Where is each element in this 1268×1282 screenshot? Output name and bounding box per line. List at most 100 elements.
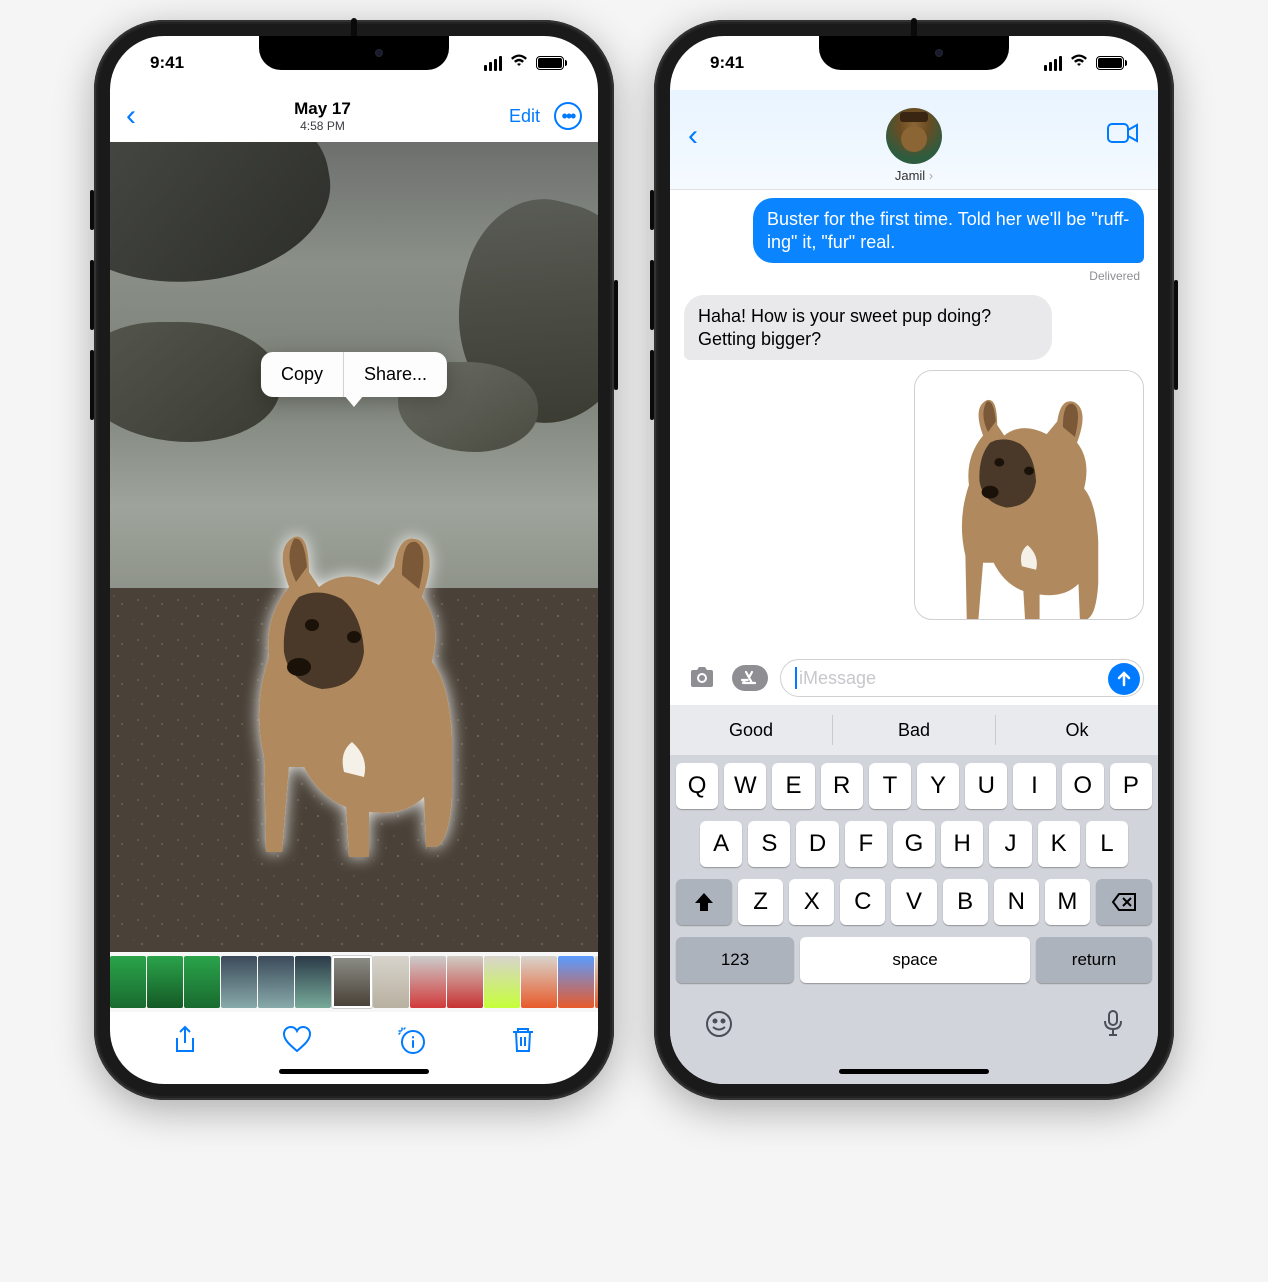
cellular-icon [1044, 56, 1062, 71]
key-c[interactable]: C [840, 879, 885, 925]
key-d[interactable]: D [796, 821, 838, 867]
thumbnail[interactable] [184, 956, 220, 1008]
key-q[interactable]: Q [676, 763, 718, 809]
thumbnail-current[interactable] [332, 956, 372, 1008]
back-button[interactable]: ‹ [688, 119, 698, 153]
nav-subtitle: 4:58 PM [294, 119, 351, 133]
battery-icon [536, 56, 564, 70]
key-t[interactable]: T [869, 763, 911, 809]
thumbnail[interactable] [595, 956, 598, 1008]
home-indicator[interactable] [839, 1069, 989, 1074]
key-r[interactable]: R [821, 763, 863, 809]
return-key[interactable]: return [1036, 937, 1152, 983]
key-s[interactable]: S [748, 821, 790, 867]
phone-messages: 9:41 ‹ Jamil Buster for the first time. … [654, 20, 1174, 1100]
thumbnail[interactable] [110, 956, 146, 1008]
thumbnail[interactable] [258, 956, 294, 1008]
dictation-button[interactable] [1102, 1009, 1124, 1044]
messages-body[interactable]: Buster for the first time. Told her we'l… [670, 190, 1158, 653]
photo-viewer[interactable]: Copy Share... [110, 142, 598, 952]
message-input-row: iMessage [670, 653, 1158, 705]
input-placeholder: iMessage [799, 668, 876, 689]
thumbnail[interactable] [410, 956, 446, 1008]
lifted-subject-dog[interactable] [204, 507, 504, 887]
phone-photos: 9:41 ‹ May 17 4:58 PM Edit ••• [94, 20, 614, 1100]
predictive-bar: Good Bad Ok [670, 705, 1158, 755]
key-o[interactable]: O [1062, 763, 1104, 809]
key-a[interactable]: A [700, 821, 742, 867]
share-icon[interactable] [172, 1025, 198, 1060]
numbers-key[interactable]: 123 [676, 937, 794, 983]
key-f[interactable]: F [845, 821, 887, 867]
thumbnail-strip[interactable] [110, 952, 598, 1012]
nav-title: May 17 [294, 99, 351, 119]
thumbnail[interactable] [221, 956, 257, 1008]
thumbnail[interactable] [558, 956, 594, 1008]
status-time: 9:41 [150, 53, 184, 73]
prediction-2[interactable]: Bad [833, 705, 995, 755]
thumbnail[interactable] [521, 956, 557, 1008]
info-icon[interactable] [396, 1025, 426, 1060]
keyboard: Good Bad Ok QWERTYUIOP ASDFGHJKL ZXCVBNM… [670, 705, 1158, 1084]
thumbnail[interactable] [373, 956, 409, 1008]
context-menu: Copy Share... [261, 352, 447, 397]
screen-messages: 9:41 ‹ Jamil Buster for the first time. … [670, 36, 1158, 1084]
wifi-icon [1070, 53, 1088, 73]
cellular-icon [484, 56, 502, 71]
home-indicator[interactable] [279, 1069, 429, 1074]
key-h[interactable]: H [941, 821, 983, 867]
key-j[interactable]: J [989, 821, 1031, 867]
key-e[interactable]: E [772, 763, 814, 809]
copy-action[interactable]: Copy [261, 352, 343, 397]
key-m[interactable]: M [1045, 879, 1090, 925]
message-image-attachment[interactable] [914, 370, 1144, 620]
prediction-1[interactable]: Good [670, 705, 832, 755]
thumbnail[interactable] [484, 956, 520, 1008]
thumbnail[interactable] [295, 956, 331, 1008]
key-k[interactable]: K [1038, 821, 1080, 867]
notch [259, 36, 449, 70]
facetime-button[interactable] [1106, 121, 1140, 150]
camera-button[interactable] [684, 660, 720, 696]
notch [819, 36, 1009, 70]
prediction-3[interactable]: Ok [996, 705, 1158, 755]
favorite-icon[interactable] [282, 1026, 312, 1059]
message-received[interactable]: Haha! How is your sweet pup doing? Getti… [684, 295, 1052, 360]
avatar [886, 108, 942, 164]
contact-header[interactable]: Jamil [886, 108, 942, 183]
delivered-label: Delivered [1089, 269, 1140, 283]
key-p[interactable]: P [1110, 763, 1152, 809]
shift-key[interactable] [676, 879, 732, 925]
battery-icon [1096, 56, 1124, 70]
backspace-key[interactable] [1096, 879, 1152, 925]
message-input[interactable]: iMessage [780, 659, 1144, 697]
thumbnail[interactable] [147, 956, 183, 1008]
emoji-button[interactable] [704, 1009, 734, 1044]
key-g[interactable]: G [893, 821, 935, 867]
space-key[interactable]: space [800, 937, 1030, 983]
delete-icon[interactable] [510, 1025, 536, 1060]
key-l[interactable]: L [1086, 821, 1128, 867]
key-x[interactable]: X [789, 879, 834, 925]
key-v[interactable]: V [891, 879, 936, 925]
nav-bar: ‹ May 17 4:58 PM Edit ••• [110, 90, 598, 142]
more-button[interactable]: ••• [554, 102, 582, 130]
key-b[interactable]: B [943, 879, 988, 925]
share-action[interactable]: Share... [344, 352, 447, 397]
send-button[interactable] [1108, 663, 1140, 695]
edit-button[interactable]: Edit [509, 106, 540, 127]
wifi-icon [510, 53, 528, 73]
key-n[interactable]: N [994, 879, 1039, 925]
key-i[interactable]: I [1013, 763, 1055, 809]
key-u[interactable]: U [965, 763, 1007, 809]
screen-photos: 9:41 ‹ May 17 4:58 PM Edit ••• [110, 36, 598, 1084]
back-button[interactable]: ‹ [126, 99, 136, 133]
key-z[interactable]: Z [738, 879, 783, 925]
status-time: 9:41 [710, 53, 744, 73]
contact-name: Jamil [895, 168, 933, 183]
key-w[interactable]: W [724, 763, 766, 809]
thumbnail[interactable] [447, 956, 483, 1008]
key-y[interactable]: Y [917, 763, 959, 809]
app-store-button[interactable] [732, 660, 768, 696]
message-sent[interactable]: Buster for the first time. Told her we'l… [753, 198, 1144, 263]
